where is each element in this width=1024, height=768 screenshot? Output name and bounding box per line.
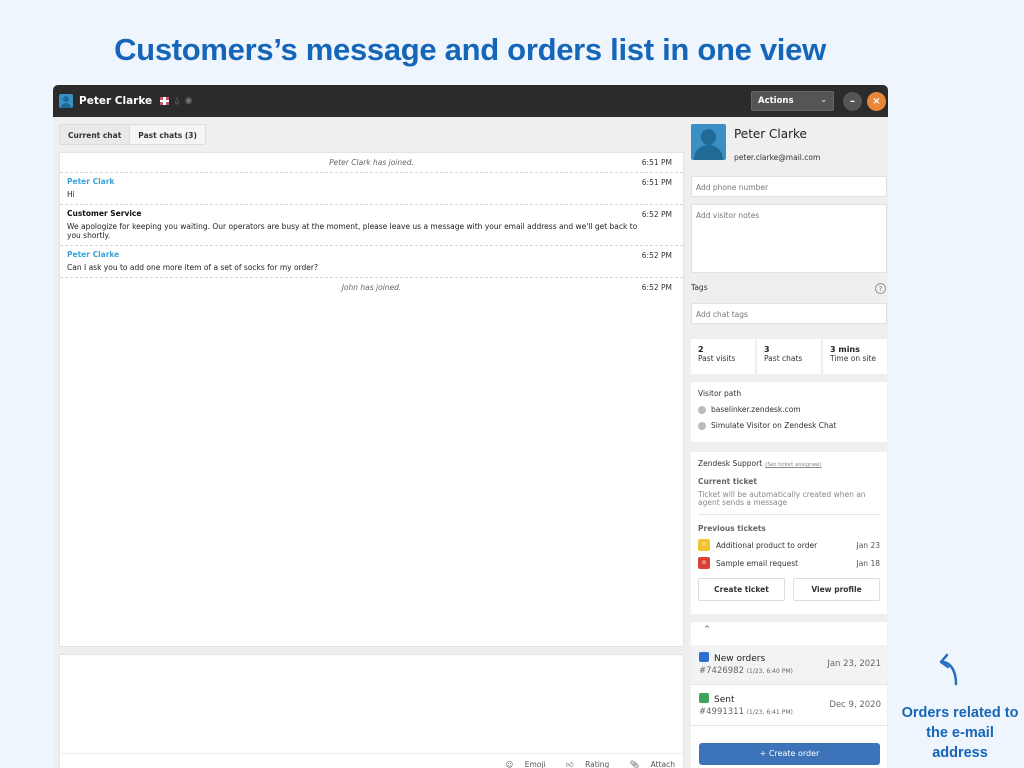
create-ticket-button[interactable]: Create ticket <box>698 578 785 601</box>
current-ticket-label: Current ticket <box>698 477 757 486</box>
order-status-color <box>699 693 709 703</box>
ticket-status-badge: n <box>698 539 710 551</box>
tab-current-chat[interactable]: Current chat <box>60 125 131 144</box>
thumbs-up-icon: 👍︎ <box>565 760 574 768</box>
chat-message: Peter Clark Hi 6:51 PM <box>60 173 683 205</box>
ticket-status-badge: o <box>698 557 710 569</box>
actions-label: Actions <box>758 96 794 106</box>
browser-icon: ⍙ <box>174 96 180 106</box>
ticket-title: Additional product to order <box>716 540 818 550</box>
close-button[interactable]: × <box>867 92 886 111</box>
previous-tickets-label: Previous tickets <box>698 524 766 533</box>
actions-dropdown[interactable]: Actions ⌄ <box>751 91 834 111</box>
message-body: Hi <box>67 190 75 199</box>
order-number: #4991311 <box>699 707 744 717</box>
page-icon <box>698 421 706 430</box>
visitor-stats: 2 Past visits 3 Past chats 3 mins Time on s… <box>691 339 887 374</box>
order-status: New orders <box>714 654 766 664</box>
visitor-sidebar: Peter Clarke peter.clarke@mail.com Add p… <box>690 117 888 768</box>
visitor-path-card: Visitor path baselinker.zendesk.com Simu… <box>691 382 887 442</box>
emoji-button[interactable]: ☺ Emoji <box>496 760 545 768</box>
ticket-item[interactable]: o Sample email request Jan 18 <box>698 557 880 569</box>
attach-button[interactable]: 📎︎ Attach <box>621 760 675 768</box>
uk-flag-icon <box>160 97 170 105</box>
message-time: 6:52 PM <box>641 283 672 292</box>
visitor-email: peter.clarke@mail.com <box>734 153 821 162</box>
chat-window: Peter Clarke ⍙ ◉ Actions ⌄ – × Current c… <box>53 85 888 768</box>
message-composer[interactable]: ☺ Emoji 👍︎ Rating 📎︎ Attach <box>59 654 684 768</box>
help-icon[interactable]: ? <box>875 283 886 294</box>
title-bar: Peter Clarke ⍙ ◉ Actions ⌄ – × <box>53 85 888 117</box>
message-sender: Peter Clarke <box>67 250 120 259</box>
set-assignee-link[interactable]: (Set ticket assignee) <box>765 462 821 468</box>
chevron-down-icon: ⌄ <box>820 95 827 104</box>
minimize-button[interactable]: – <box>843 92 862 111</box>
visitor-avatar <box>691 124 726 160</box>
order-date: Dec 9, 2020 <box>829 700 881 710</box>
system-text: Peter Clark has joined. <box>329 158 414 167</box>
window-title: Peter Clarke <box>79 95 153 107</box>
visitor-avatar-icon <box>59 94 73 108</box>
path-item[interactable]: Simulate Visitor on Zendesk Chat <box>698 421 880 430</box>
order-meta: (1/23, 6:41 PM) <box>746 709 793 716</box>
order-status-color <box>699 652 709 662</box>
phone-input[interactable]: Add phone number <box>691 176 887 197</box>
smiley-icon: ☺ <box>505 760 514 768</box>
visitor-name: Peter Clarke <box>734 127 807 141</box>
chat-tags-input[interactable]: Add chat tags <box>691 303 887 324</box>
zendesk-title: Zendesk Support <box>698 459 763 468</box>
chat-tabs: Current chat Past chats (3) <box>59 124 206 145</box>
ticket-title: Sample email request <box>716 558 799 568</box>
divider <box>698 514 880 515</box>
view-profile-button[interactable]: View profile <box>793 578 880 601</box>
curved-arrow-icon <box>939 653 958 686</box>
paperclip-icon: 📎︎ <box>629 760 640 768</box>
message-time: 6:52 PM <box>641 251 672 260</box>
ticket-item[interactable]: n Additional product to order Jan 23 <box>698 539 880 551</box>
zendesk-support-card: Zendesk Support (Set ticket assignee) Cur… <box>691 452 887 614</box>
page-headline: Customers’s message and orders list in o… <box>114 32 826 67</box>
os-icon: ◉ <box>184 96 193 106</box>
ticket-date: Jan 23 <box>856 540 881 550</box>
info-icon <box>698 405 706 414</box>
system-message: John has joined. 6:52 PM <box>60 278 683 297</box>
stat-past-visits: 2 Past visits <box>691 339 755 374</box>
system-text: John has joined. <box>341 283 402 292</box>
chat-message: Peter Clarke Can I ask you to add one mo… <box>60 246 683 278</box>
message-body: We apologize for keeping you waiting. Ou… <box>67 222 638 240</box>
current-ticket-text: Ticket will be automatically created whe… <box>698 490 866 507</box>
rating-button[interactable]: 👍︎ Rating <box>557 760 609 768</box>
tab-past-chats[interactable]: Past chats (3) <box>130 125 205 144</box>
message-sender: Customer Service <box>67 209 142 218</box>
path-item[interactable]: baselinker.zendesk.com <box>698 405 880 414</box>
chat-transcript: Peter Clark has joined. 6:51 PM Peter Cl… <box>59 152 684 647</box>
visitor-path-title: Visitor path <box>698 389 742 398</box>
order-number: #7426982 <box>699 666 744 676</box>
ticket-date: Jan 18 <box>856 558 881 568</box>
annotation-text: Orders related to the e-mail address <box>901 705 1019 761</box>
stat-past-chats: 3 Past chats <box>757 339 821 374</box>
composer-toolbar: ☺ Emoji 👍︎ Rating 📎︎ Attach <box>60 753 683 768</box>
create-order-button[interactable]: + Create order <box>699 743 880 765</box>
system-message: Peter Clark has joined. 6:51 PM <box>60 153 683 173</box>
order-item[interactable]: Sent #4991311 (1/23, 6:41 PM) Dec 9, 202… <box>691 686 887 726</box>
message-body: Can I ask you to add one more item of a … <box>67 263 318 272</box>
chat-message: Customer Service We apologize for keepin… <box>60 205 683 246</box>
orders-card: ^ New orders #7426982 (1/23, 6:40 PM) Ja… <box>691 622 887 768</box>
message-sender: Peter Clark <box>67 177 115 186</box>
order-status: Sent <box>714 695 735 705</box>
collapse-caret-icon[interactable]: ^ <box>704 625 710 633</box>
visitor-notes-input[interactable]: Add visitor notes <box>691 204 887 273</box>
order-meta: (1/23, 6:40 PM) <box>746 668 793 675</box>
tags-label: Tags <box>691 283 708 292</box>
order-item[interactable]: New orders #7426982 (1/23, 6:40 PM) Jan … <box>691 645 887 685</box>
message-time: 6:52 PM <box>641 210 672 219</box>
order-date: Jan 23, 2021 <box>827 659 881 669</box>
message-time: 6:51 PM <box>641 158 672 167</box>
message-time: 6:51 PM <box>641 178 672 187</box>
stat-time-on-site: 3 mins Time on site <box>823 339 887 374</box>
